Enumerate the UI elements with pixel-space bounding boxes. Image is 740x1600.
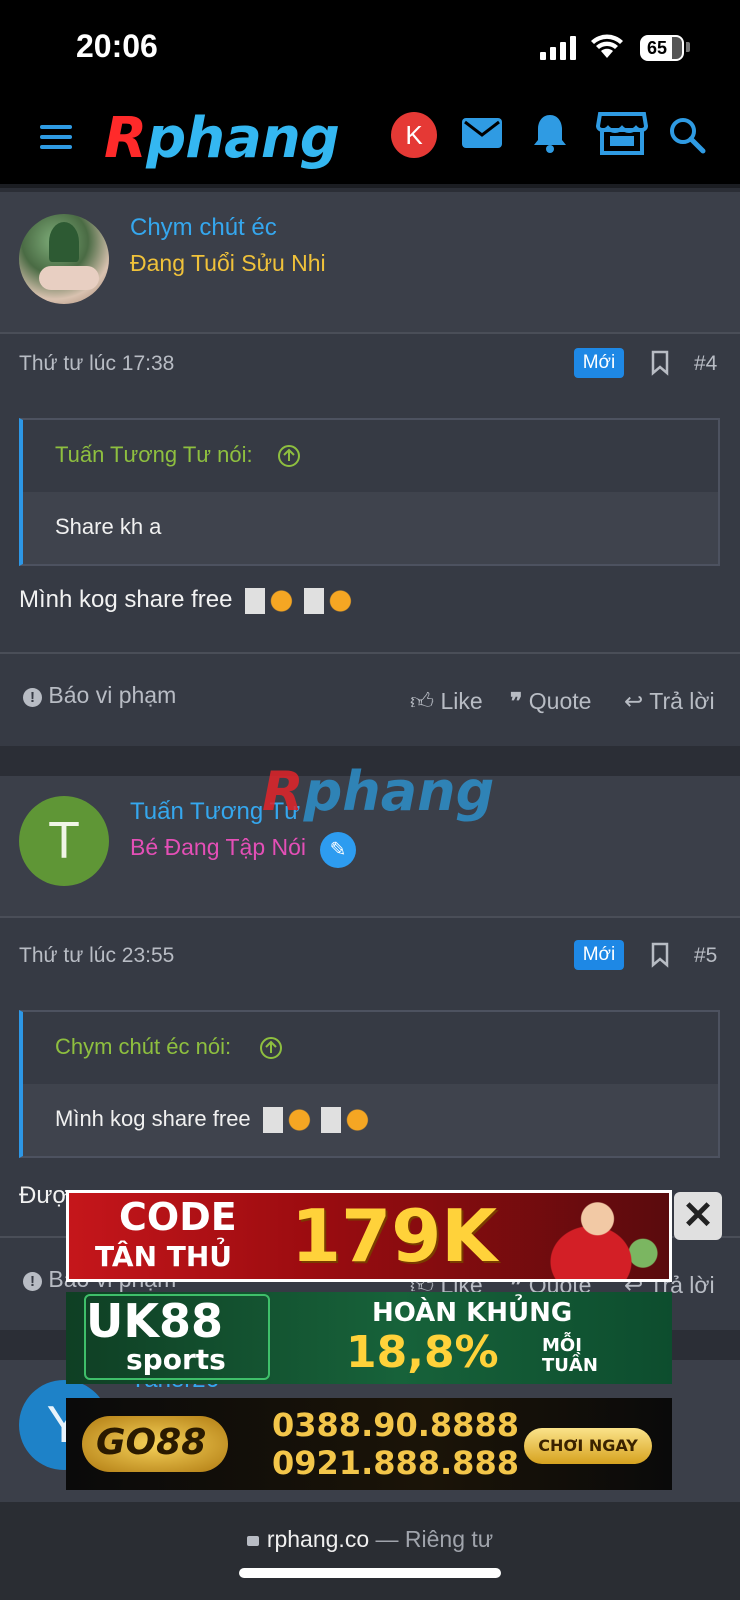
ad3-phone1: 0388.90.8888	[272, 1406, 519, 1444]
watermark-letter-r: R	[262, 760, 304, 823]
wifi-icon	[591, 34, 623, 58]
author-avatar[interactable]: T	[19, 796, 109, 886]
ad1-amount: 179K	[291, 1194, 498, 1278]
reply-button[interactable]: ↩ Trả lời	[624, 688, 715, 715]
cellular-signal-icon	[540, 36, 576, 60]
site-logo[interactable]: Rphang	[104, 106, 340, 171]
url-separator: —	[369, 1526, 405, 1552]
ad-banner-go88[interactable]: GO88 0388.90.8888 0921.888.888 CHƠI NGAY	[66, 1398, 672, 1490]
new-badge: Mới	[574, 348, 624, 378]
emoji-icon	[245, 587, 298, 614]
home-indicator[interactable]	[239, 1568, 501, 1578]
report-button[interactable]: ! Báo vi phạm	[23, 682, 176, 709]
ad2-sub: sports	[126, 1343, 226, 1376]
menu-icon[interactable]	[38, 122, 74, 152]
author-title: Đang Tuổi Sửu Nhi	[130, 250, 326, 276]
like-label: Like	[440, 688, 483, 714]
quote-block: Tuấn Tương Tư nói: Share kh a	[19, 418, 720, 566]
thumbs-up-icon: 👍︎	[410, 688, 435, 714]
play-now-button[interactable]: CHƠI NGAY	[524, 1428, 652, 1464]
post-time[interactable]: Thứ tư lúc 17:38	[19, 352, 174, 376]
bookmark-icon[interactable]	[650, 350, 670, 376]
ad2-headline: HOÀN KHỦNG	[372, 1298, 573, 1328]
quote-block: Chym chút éc nói: Mình kog share free	[19, 1010, 720, 1158]
post-number[interactable]: #5	[694, 944, 717, 968]
close-ad-button[interactable]: ✕	[674, 1192, 722, 1240]
quote-button[interactable]: ❞ Quote	[510, 688, 591, 715]
arrow-up-circle-icon[interactable]	[277, 444, 301, 468]
store-icon[interactable]	[596, 110, 648, 156]
ad3-phone2: 0921.888.888	[272, 1444, 519, 1482]
alert-icon: !	[23, 1272, 42, 1291]
post-message: Mình kog share free	[19, 586, 356, 614]
post-card: Chym chút éc Đang Tuổi Sửu Nhi Thứ tư lú…	[0, 192, 740, 746]
url-display[interactable]: rphang.co — Riêng tư	[0, 1526, 740, 1553]
post-author-block: Chym chút éc Đang Tuổi Sửu Nhi	[0, 192, 740, 334]
verified-badge-icon: ✎	[320, 832, 356, 868]
logo-watermark: Rphang	[262, 760, 494, 823]
reply-icon: ↩	[624, 688, 644, 714]
quote-label: Quote	[528, 688, 592, 714]
ad2-period: MỖI TUẦN	[542, 1335, 598, 1376]
search-icon[interactable]	[668, 116, 706, 154]
alert-icon: !	[23, 688, 42, 707]
battery-icon: 65	[640, 35, 684, 61]
post-time[interactable]: Thứ tư lúc 23:55	[19, 944, 174, 968]
status-bar: 20:06 65	[0, 0, 740, 100]
author-avatar[interactable]	[19, 214, 109, 304]
watermark-text: phang	[303, 760, 495, 823]
browser-url-bar[interactable]: rphang.co — Riêng tư	[0, 1502, 740, 1600]
logo-letter-r: R	[104, 106, 147, 171]
emoji-icon	[262, 1107, 315, 1134]
report-label: Báo vi phạm	[48, 682, 177, 708]
like-button[interactable]: 👍︎ Like	[410, 688, 483, 716]
battery-cap	[686, 42, 690, 52]
ad3-brand: GO88	[96, 1422, 207, 1463]
ad2-brand: UK88	[86, 1294, 224, 1348]
quote-text: Share kh a	[55, 514, 162, 539]
ad-banner-uk88[interactable]: UK88 sports HOÀN KHỦNG 18,8% MỖI TUẦN	[66, 1292, 672, 1384]
quote-icon: ❞	[510, 688, 523, 714]
status-time: 20:06	[76, 28, 158, 64]
quote-author[interactable]: Tuấn Tương Tư nói:	[55, 442, 253, 468]
ad1-code-text: CODE	[119, 1195, 237, 1239]
quote-text-content: Mình kog share free	[55, 1106, 251, 1131]
ad1-model-image	[539, 1193, 669, 1279]
logo-text: phang	[146, 106, 340, 171]
author-name[interactable]: Chym chút éc	[130, 214, 277, 242]
bell-icon[interactable]	[532, 112, 568, 154]
post-number[interactable]: #4	[694, 352, 717, 376]
user-avatar[interactable]: K	[391, 112, 437, 158]
quote-text: Mình kog share free	[55, 1106, 373, 1134]
emoji-icon	[303, 587, 356, 614]
top-navbar: Rphang K	[0, 100, 740, 188]
battery-level: 65	[646, 38, 668, 58]
author-title: Bé Đang Tập Nói	[130, 834, 307, 860]
url-privacy: Riêng tư	[404, 1526, 494, 1552]
ad-banner-code[interactable]: CODE TÂN THỦ 179K	[66, 1190, 672, 1282]
ad2-percent: 18,8%	[346, 1327, 499, 1378]
reply-label: Trả lời	[649, 688, 715, 714]
ad1-subtitle: TÂN THỦ	[95, 1240, 233, 1273]
url-domain: rphang.co	[266, 1526, 370, 1552]
bookmark-icon[interactable]	[650, 942, 670, 968]
post-actions: ! Báo vi phạm 👍︎ Like ❞ Quote ↩ Trả lời	[0, 652, 740, 746]
quote-author[interactable]: Chym chút éc nói:	[55, 1034, 231, 1060]
post-message-text: Mình kog share free	[19, 586, 233, 613]
emoji-icon	[320, 1107, 373, 1134]
lock-icon	[246, 1536, 259, 1546]
mail-icon[interactable]	[461, 116, 503, 150]
new-badge: Mới	[574, 940, 624, 970]
arrow-up-circle-icon[interactable]	[259, 1036, 283, 1060]
